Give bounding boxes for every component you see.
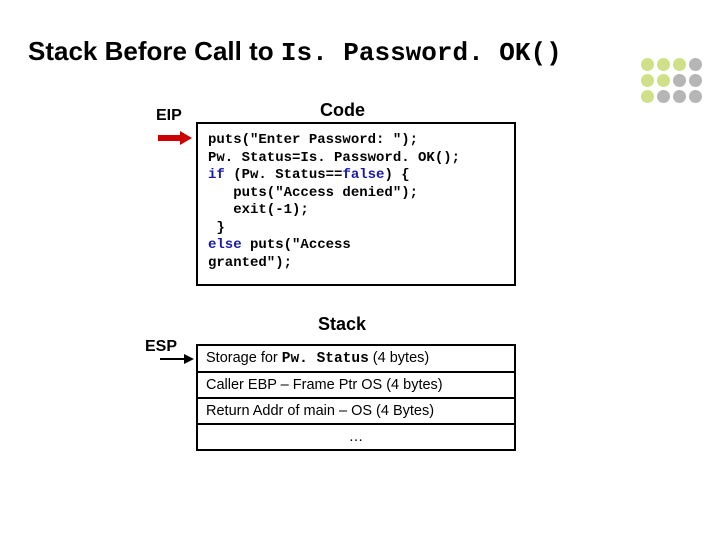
- dot-icon: [641, 74, 654, 87]
- stack-row-suffix: (4 bytes): [369, 350, 429, 366]
- stack-heading: Stack: [318, 314, 366, 335]
- stack-row: Return Addr of main – OS (4 Bytes): [198, 399, 514, 425]
- keyword-false: false: [342, 167, 384, 183]
- code-line-6: }: [208, 220, 225, 236]
- code-line-1: puts("Enter Password: ");: [208, 132, 418, 148]
- eip-label: EIP: [156, 107, 182, 125]
- dot-icon: [657, 90, 670, 103]
- stack-row-text: …: [349, 429, 364, 445]
- code-line-7b: puts("Access: [242, 237, 351, 253]
- eip-arrow-icon: [158, 131, 192, 145]
- stack-row: …: [198, 425, 514, 449]
- title-mono: Is. Password. OK(): [281, 38, 562, 68]
- dot-icon: [657, 58, 670, 71]
- dot-icon: [689, 90, 702, 103]
- keyword-if: if: [208, 167, 225, 183]
- dot-icon: [641, 58, 654, 71]
- stack-row-text: Caller EBP – Frame Ptr OS (4 bytes): [206, 377, 443, 393]
- code-box: puts("Enter Password: "); Pw. Status=Is.…: [196, 122, 516, 286]
- dot-icon: [673, 74, 686, 87]
- stack-row-text: Return Addr of main – OS (4 Bytes): [206, 403, 434, 419]
- stack-row-mono: Pw. Status: [282, 351, 369, 367]
- code-line-5: exit(-1);: [208, 202, 309, 218]
- dot-icon: [641, 90, 654, 103]
- dot-icon: [657, 74, 670, 87]
- stack-row: Caller EBP – Frame Ptr OS (4 bytes): [198, 373, 514, 399]
- code-line-2: Pw. Status=Is. Password. OK();: [208, 150, 460, 166]
- decorative-dots: [641, 58, 702, 103]
- code-line-3d: ) {: [384, 167, 409, 183]
- code-line-8: granted");: [208, 255, 292, 271]
- code-line-4: puts("Access denied");: [208, 185, 418, 201]
- dot-icon: [689, 58, 702, 71]
- esp-arrow-icon: [160, 354, 194, 364]
- dot-icon: [673, 58, 686, 71]
- slide-title: Stack Before Call to Is. Password. OK(): [28, 36, 562, 68]
- stack-row: Storage for Pw. Status (4 bytes): [198, 346, 514, 373]
- keyword-else: else: [208, 237, 242, 253]
- stack-table: Storage for Pw. Status (4 bytes) Caller …: [196, 344, 516, 451]
- code-heading: Code: [320, 100, 365, 121]
- dot-icon: [689, 74, 702, 87]
- code-line-3b: (Pw. Status==: [225, 167, 343, 183]
- stack-row-prefix: Storage for: [206, 350, 282, 366]
- dot-icon: [673, 90, 686, 103]
- title-prefix: Stack Before Call to: [28, 36, 281, 66]
